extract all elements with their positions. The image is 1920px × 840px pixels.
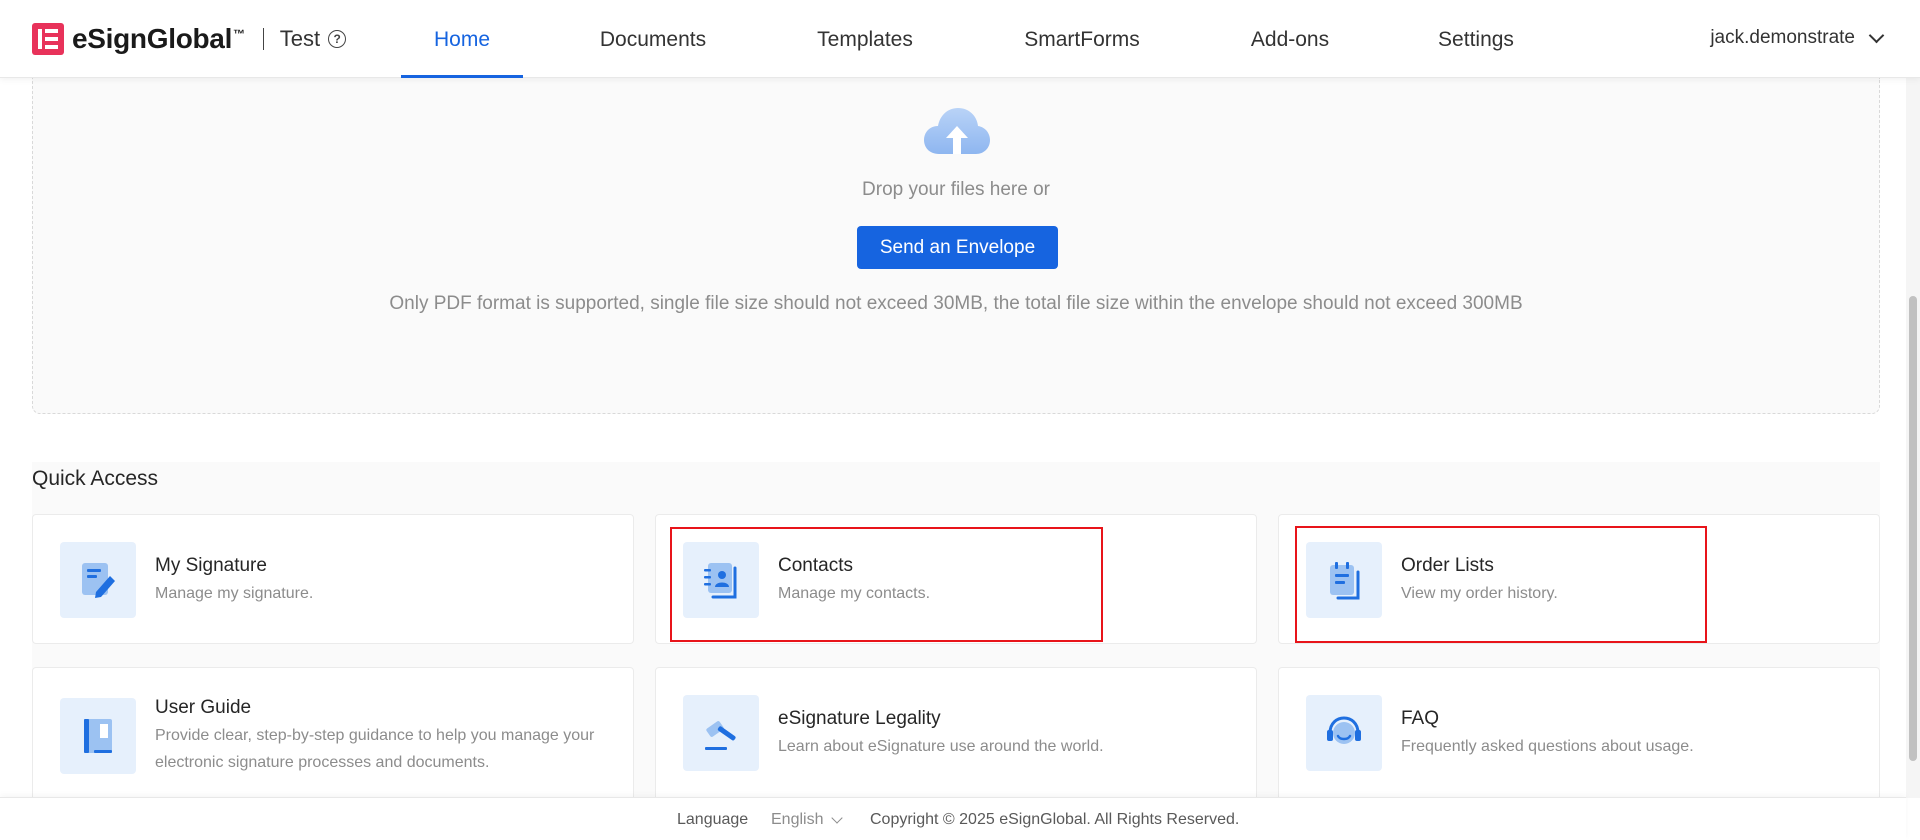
language-value: English (771, 811, 824, 828)
card-order-lists[interactable]: Order Lists View my order history. (1278, 514, 1880, 644)
page-footer: Language English Copyright © 2025 eSignG… (0, 797, 1906, 840)
card-description: Learn about eSignature use around the wo… (778, 738, 1104, 755)
chevron-down-icon (831, 811, 844, 824)
copyright-text: Copyright © 2025 eSignGlobal. All Rights… (870, 811, 1240, 828)
card-user-guide[interactable]: User Guide Provide clear, step-by-step g… (32, 667, 634, 817)
user-name: jack.demonstrate (1710, 27, 1855, 48)
nav-settings[interactable]: Settings (1428, 0, 1524, 78)
card-faq[interactable]: FAQ Frequently asked questions about usa… (1278, 667, 1880, 817)
org-name: Test (279, 26, 321, 51)
order-list-icon (1306, 542, 1382, 618)
card-description: View my order history. (1401, 585, 1558, 602)
book-icon (60, 698, 136, 774)
nav-templates[interactable]: Templates (806, 0, 924, 78)
card-esignature-legality[interactable]: eSignature Legality Learn about eSignatu… (655, 667, 1257, 817)
language-select[interactable]: English (771, 811, 844, 829)
card-description: Frequently asked questions about usage. (1401, 738, 1694, 755)
nav-addons[interactable]: Add-ons (1240, 0, 1340, 78)
nav-documents[interactable]: Documents (588, 0, 718, 78)
logo[interactable]: eSignGlobal™ Test ? (32, 23, 347, 55)
quick-access-title: Quick Access (32, 467, 159, 490)
card-title: eSignature Legality (778, 708, 941, 729)
card-title: User Guide (155, 697, 252, 718)
upload-dropzone[interactable]: Drop your files here or Send an Envelope… (32, 78, 1880, 414)
logo-text: eSignGlobal™ (72, 23, 245, 54)
contacts-icon (683, 542, 759, 618)
esignglobal-logo-icon (32, 23, 64, 55)
user-menu[interactable]: jack.demonstrate (1710, 27, 1885, 49)
gavel-icon (683, 695, 759, 771)
nav-home[interactable]: Home (401, 0, 523, 78)
card-title: FAQ (1401, 708, 1440, 729)
card-title: My Signature (155, 555, 267, 576)
drop-files-text: Drop your files here or (862, 179, 1050, 200)
language-label: Language (677, 811, 749, 828)
headset-icon (1306, 695, 1382, 771)
card-description: Provide clear, step-by-step guidance to … (155, 727, 595, 771)
card-description: Manage my signature. (155, 585, 314, 602)
cloud-upload-icon (924, 108, 990, 154)
card-title: Order Lists (1401, 555, 1494, 576)
help-icon[interactable]: ? (328, 30, 347, 48)
chevron-down-icon (1868, 27, 1885, 43)
scrollbar-thumb[interactable] (1909, 296, 1917, 761)
top-header: eSignGlobal™ Test ? Home Documents Templ… (0, 0, 1920, 78)
upload-hint-text: Only PDF format is supported, single fil… (389, 293, 1523, 314)
card-contacts[interactable]: Contacts Manage my contacts. (655, 514, 1257, 644)
logo-separator (262, 28, 264, 50)
card-description: Manage my contacts. (778, 585, 931, 602)
card-my-signature[interactable]: My Signature Manage my signature. (32, 514, 634, 644)
signature-icon (60, 542, 136, 618)
send-envelope-button[interactable]: Send an Envelope (857, 226, 1058, 269)
nav-smartforms[interactable]: SmartForms (1014, 0, 1150, 78)
card-title: Contacts (778, 555, 853, 576)
